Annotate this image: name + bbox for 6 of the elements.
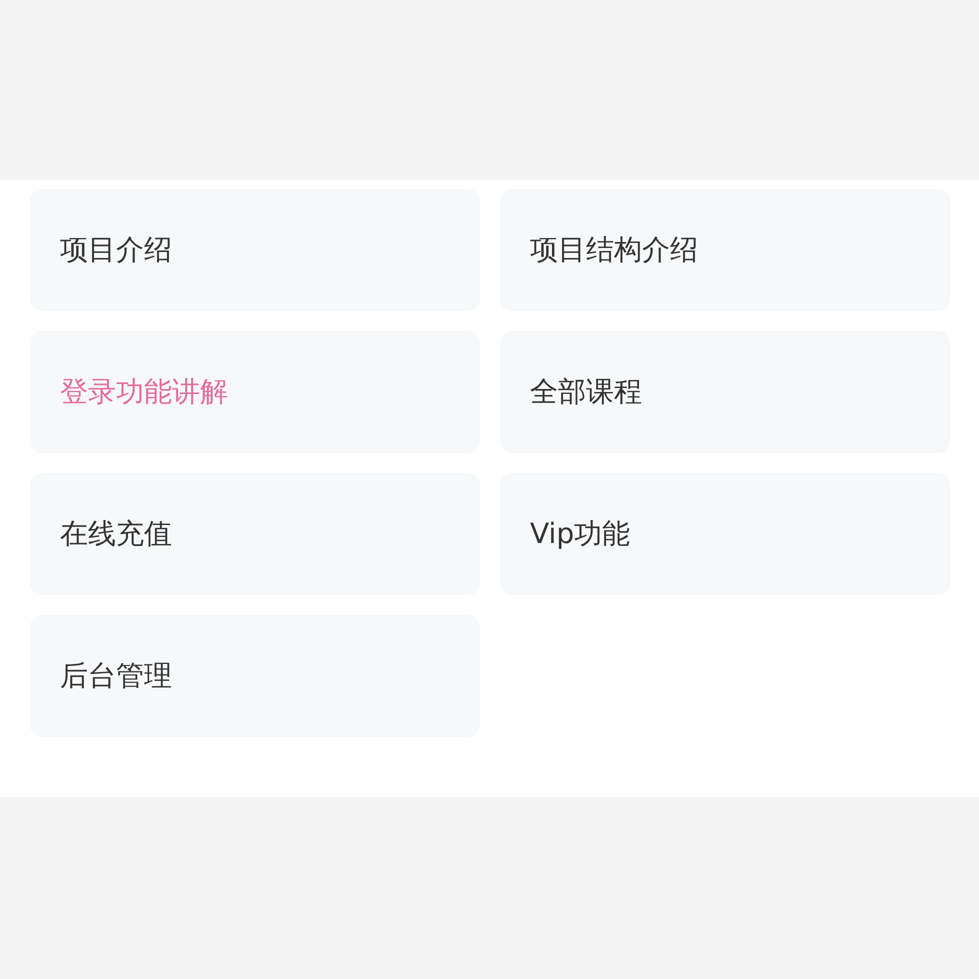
menu-item[interactable]: 项目介绍	[30, 189, 480, 311]
menu-item[interactable]: 在线充值	[30, 473, 480, 595]
menu-item[interactable]: 后台管理	[30, 615, 480, 737]
menu-item[interactable]: 全部课程	[500, 331, 950, 453]
menu-item[interactable]: Vip功能	[500, 473, 950, 595]
menu-item[interactable]: 项目结构介绍	[500, 189, 950, 311]
